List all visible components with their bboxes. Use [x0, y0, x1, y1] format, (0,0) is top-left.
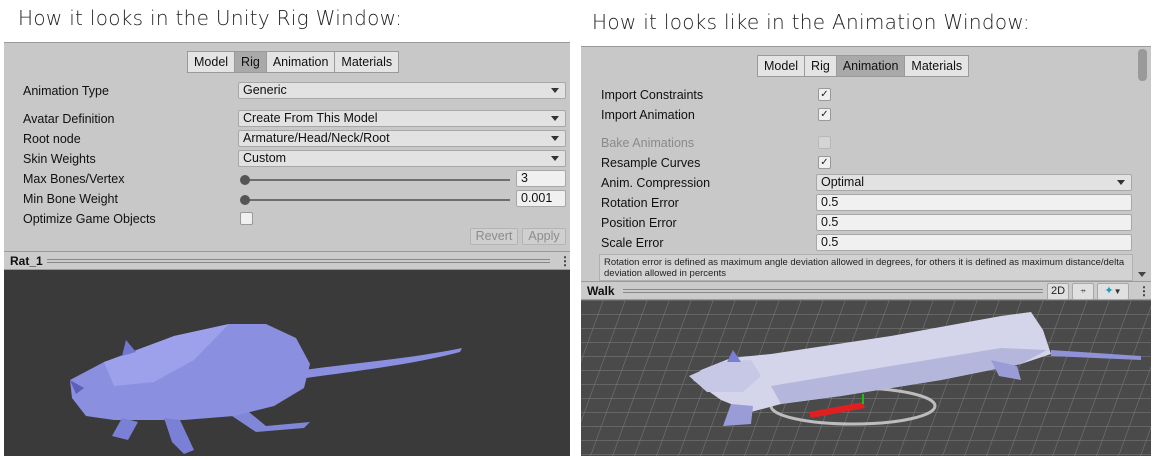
rat-front-leg: [112, 418, 138, 440]
caption-animation-window: How it looks like in the Animation Windo…: [592, 10, 1030, 34]
tab-animation[interactable]: Animation: [835, 55, 906, 77]
tab-model[interactable]: Model: [757, 55, 806, 77]
caption-rig-window: How it looks in the Unity Rig Window:: [18, 6, 403, 30]
avatar-icon: ✦: [1104, 285, 1114, 297]
scale-error-label: Scale Error: [601, 236, 664, 250]
inspector-scrollbar[interactable]: [1135, 47, 1149, 279]
pivot-icon: ⍆: [1079, 285, 1087, 297]
rig-inspector-panel: Model Rig Animation Materials Animation …: [4, 42, 570, 456]
bake-animations-checkbox: [818, 136, 831, 149]
import-animation-label: Import Animation: [601, 108, 695, 122]
avatar-preview-dropdown[interactable]: ✦▼: [1097, 283, 1129, 300]
avatar-definition-dropdown[interactable]: Create From This Model: [238, 110, 566, 127]
anim-compression-dropdown[interactable]: Optimal: [816, 174, 1132, 191]
check-icon: ✓: [820, 157, 829, 168]
scale-error-input[interactable]: 0.5: [816, 234, 1132, 251]
root-node-value: Armature/Head/Neck/Root: [243, 131, 390, 145]
preview-header: Rat_1 ⋮: [4, 251, 570, 270]
anim-compression-label: Anim. Compression: [601, 176, 711, 190]
min-bone-weight-slider-track[interactable]: [244, 199, 510, 201]
skin-weights-value: Custom: [243, 151, 287, 165]
animation-type-value: Generic: [243, 83, 287, 97]
avatar-definition-label: Avatar Definition: [23, 112, 115, 126]
max-bones-input[interactable]: 3: [516, 170, 566, 187]
scrollbar-thumb[interactable]: [1138, 49, 1147, 81]
skin-weights-label: Skin Weights: [23, 152, 96, 166]
rat-model: [70, 324, 462, 454]
chevron-down-icon: [551, 156, 559, 161]
avatar-definition-value: Create From This Model: [243, 111, 378, 125]
revert-button[interactable]: Revert: [470, 228, 518, 245]
chevron-down-icon: [551, 88, 559, 93]
rotation-error-input[interactable]: 0.5: [816, 194, 1132, 211]
chevron-down-icon: [551, 116, 559, 121]
resample-curves-checkbox[interactable]: ✓: [818, 156, 831, 169]
tab-rig[interactable]: Rig: [234, 51, 267, 73]
import-constraints-label: Import Constraints: [601, 88, 704, 102]
max-bones-slider-track[interactable]: [244, 179, 510, 181]
rat-tail: [304, 348, 462, 378]
skin-weights-dropdown[interactable]: Custom: [238, 150, 566, 167]
animation-type-label: Animation Type: [23, 84, 109, 98]
2d-toggle-button[interactable]: 2D: [1047, 283, 1069, 300]
optimize-game-objects-label: Optimize Game Objects: [23, 212, 156, 226]
preview-drag-handle[interactable]: [623, 289, 1043, 293]
animation-tab-bar: Model Rig Animation Materials: [757, 55, 970, 77]
grid-and-rat: [581, 300, 1151, 456]
rotation-error-label: Rotation Error: [601, 196, 679, 210]
tab-rig[interactable]: Rig: [804, 55, 837, 77]
import-constraints-checkbox[interactable]: ✓: [818, 88, 831, 101]
min-bone-weight-label: Min Bone Weight: [23, 192, 118, 206]
import-animation-checkbox[interactable]: ✓: [818, 108, 831, 121]
position-error-input[interactable]: 0.5: [816, 214, 1132, 231]
more-options-icon[interactable]: ⋮: [559, 254, 570, 268]
min-bone-weight-input[interactable]: 0.001: [516, 190, 566, 207]
scroll-down-icon[interactable]: [1138, 272, 1146, 277]
rig-tab-bar: Model Rig Animation Materials: [187, 51, 400, 73]
apply-button[interactable]: Apply: [522, 228, 566, 245]
model-preview-viewport[interactable]: [4, 270, 570, 456]
anim-compression-value: Optimal: [821, 175, 865, 189]
animation-preview-viewport[interactable]: [581, 300, 1151, 456]
more-options-icon[interactable]: ⋮: [1138, 284, 1150, 298]
max-bones-slider-handle[interactable]: [240, 175, 250, 185]
tab-materials[interactable]: Materials: [334, 51, 400, 73]
animation-type-dropdown[interactable]: Generic: [238, 82, 566, 99]
bake-animations-label: Bake Animations: [601, 136, 695, 150]
chevron-down-icon: [1117, 180, 1125, 185]
tab-materials[interactable]: Materials: [904, 55, 970, 77]
chevron-down-icon: ▼: [1113, 287, 1122, 296]
optimize-game-objects-checkbox[interactable]: [240, 212, 253, 225]
preview-title: Walk: [587, 284, 615, 298]
min-bone-weight-slider-handle[interactable]: [240, 195, 250, 205]
root-node-dropdown[interactable]: Armature/Head/Neck/Root: [238, 130, 566, 147]
check-icon: ✓: [820, 109, 829, 120]
chevron-down-icon: [551, 136, 559, 141]
rat-front-leg-2: [164, 418, 194, 454]
error-info-box: Rotation error is defined as maximum ang…: [599, 254, 1133, 281]
position-error-label: Position Error: [601, 216, 677, 230]
preview-title: Rat_1: [10, 254, 43, 268]
check-icon: ✓: [820, 89, 829, 100]
tab-animation[interactable]: Animation: [265, 51, 336, 73]
tab-model[interactable]: Model: [187, 51, 236, 73]
preview-drag-handle[interactable]: [47, 259, 550, 263]
resample-curves-label: Resample Curves: [601, 156, 701, 170]
root-node-label: Root node: [23, 132, 81, 146]
max-bones-label: Max Bones/Vertex: [23, 172, 125, 186]
preview-header: Walk 2D ⍆ ✦▼ ⋮: [581, 281, 1151, 300]
pivot-toggle-button[interactable]: ⍆: [1072, 283, 1094, 300]
animation-inspector-panel: Model Rig Animation Materials Import Con…: [581, 46, 1151, 456]
